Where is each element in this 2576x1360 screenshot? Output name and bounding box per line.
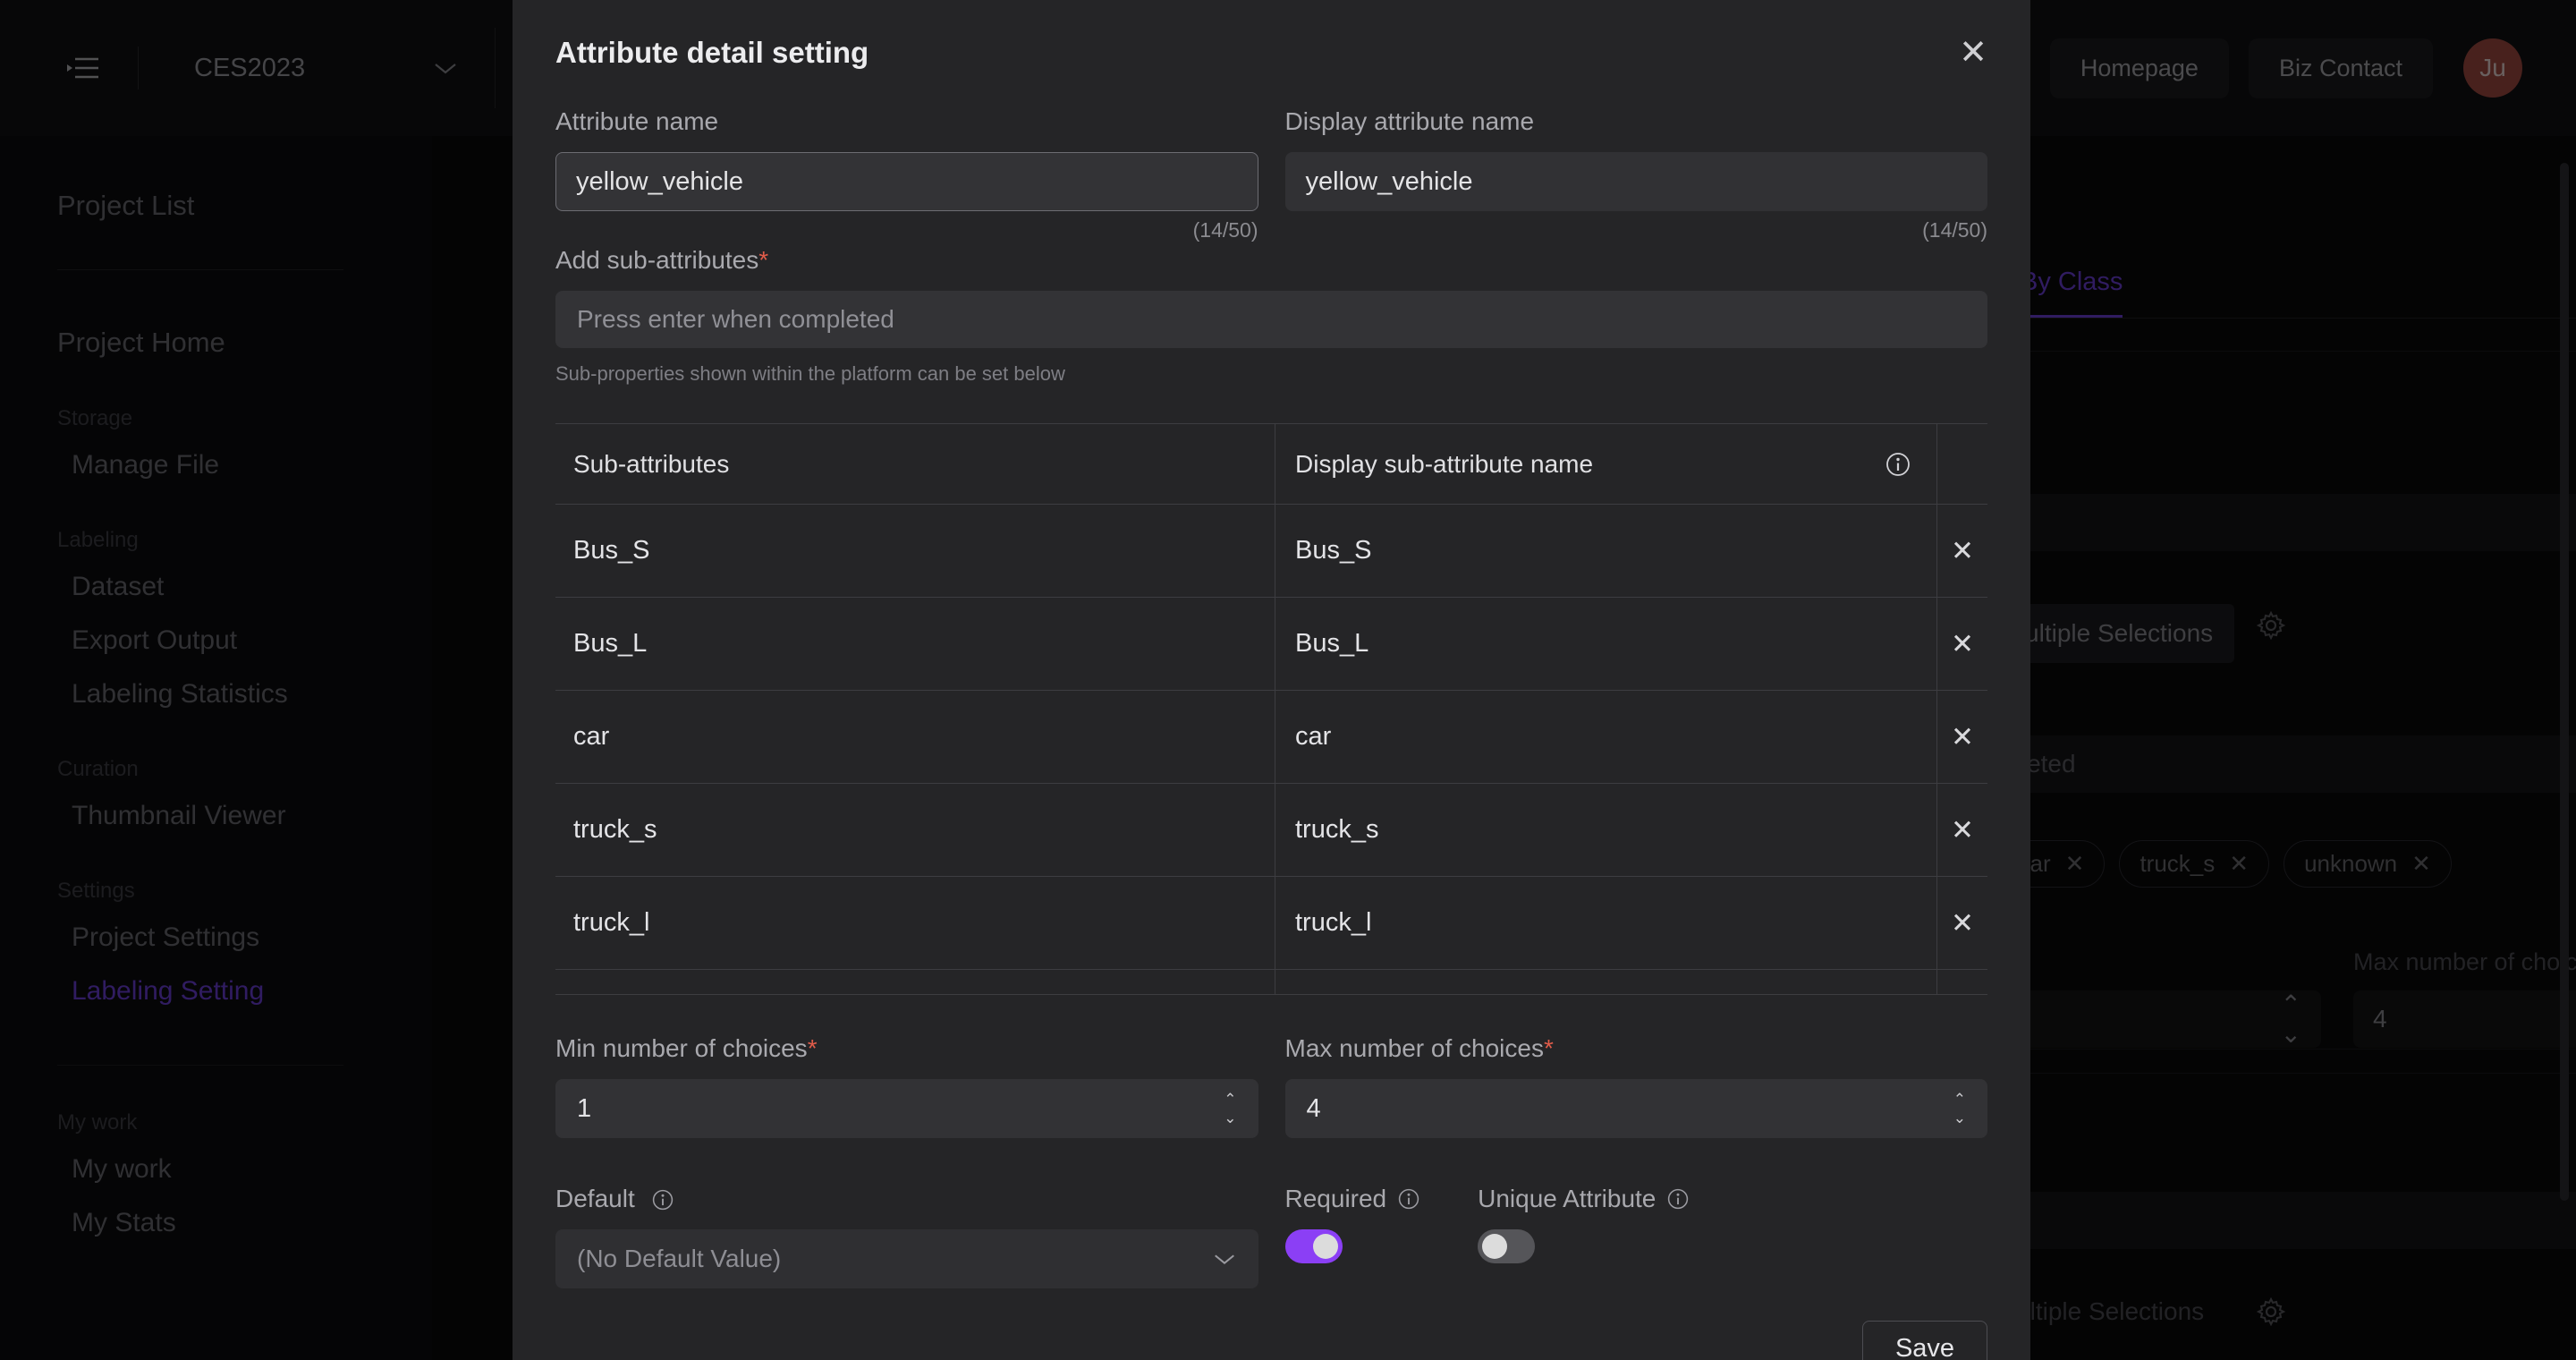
close-icon[interactable]: ✕ xyxy=(1959,36,1987,70)
dialog-save-button[interactable]: Save xyxy=(1862,1321,1987,1360)
default-value-select[interactable]: (No Default Value) xyxy=(555,1229,1258,1288)
add-sub-attributes-label: Add sub-attributes* xyxy=(555,246,769,274)
table-row: Bus_S Bus_S ✕ xyxy=(555,505,1987,598)
max-choices-field: Max number of choices* 4 ⌃ ⌄ xyxy=(1284,1034,1987,1138)
dialog-body: Attribute name yellow_vehicle (14/50) Di… xyxy=(513,107,2030,1288)
stepper-arrows[interactable]: ⌃⌄ xyxy=(1953,1092,1966,1126)
cell-display-name: car xyxy=(1295,722,1332,751)
info-icon[interactable] xyxy=(1666,1187,1690,1211)
info-icon[interactable] xyxy=(1885,451,1911,478)
toggles-group: Required Unique Attribute xyxy=(1284,1185,1988,1263)
info-icon[interactable] xyxy=(1397,1187,1420,1211)
max-choices-label: Max number of choices* xyxy=(1284,1034,1554,1062)
default-field: Default (No Default Value) xyxy=(555,1185,1258,1288)
info-icon[interactable] xyxy=(651,1188,674,1211)
cell-sub-attribute: truck_s xyxy=(573,815,657,844)
display-attribute-name-field: Display attribute name yellow_vehicle (1… xyxy=(1284,107,1987,242)
table-row: truck_l truck_l ✕ xyxy=(555,877,1987,970)
max-choices-stepper[interactable]: 4 ⌃ ⌄ xyxy=(1284,1079,1987,1138)
table-row: truck_s truck_s ✕ xyxy=(555,784,1987,877)
attribute-name-field: Attribute name yellow_vehicle (14/50) xyxy=(555,107,1258,242)
remove-row-button[interactable]: ✕ xyxy=(1951,537,1974,565)
dialog-title: Attribute detail setting xyxy=(555,36,869,69)
attribute-name-count: (14/50) xyxy=(1192,218,1258,242)
chevron-down-icon xyxy=(1212,1251,1237,1267)
remove-row-button[interactable]: ✕ xyxy=(1951,909,1974,937)
unique-attribute-toggle-label: Unique Attribute xyxy=(1478,1185,1690,1213)
min-choices-label: Min number of choices* xyxy=(555,1034,818,1062)
table-header-row: Sub-attributes Display sub-attribute nam… xyxy=(555,424,1987,505)
attribute-name-label: Attribute name xyxy=(555,107,719,135)
display-attribute-name-input[interactable]: yellow_vehicle xyxy=(1284,152,1987,211)
cell-display-name: truck_l xyxy=(1295,908,1372,937)
cell-sub-attribute: car xyxy=(573,722,610,751)
display-attribute-name-label: Display attribute name xyxy=(1284,107,1535,135)
cell-display-name: Bus_S xyxy=(1295,536,1372,565)
column-header-display-sub-attribute-name: Display sub-attribute name xyxy=(1295,449,1594,478)
default-value-text: (No Default Value) xyxy=(577,1245,782,1272)
default-label: Default xyxy=(555,1185,1258,1213)
cell-sub-attribute: truck_l xyxy=(573,908,650,937)
remove-row-button[interactable]: ✕ xyxy=(1951,723,1974,751)
cell-display-name: Bus_L xyxy=(1295,629,1369,658)
unique-attribute-toggle[interactable] xyxy=(1478,1229,1536,1263)
choices-row: Min number of choices* 1 ⌃ ⌄ Max number o… xyxy=(555,1034,1987,1138)
toggles-col: Required Unique Attribute xyxy=(1284,1185,1988,1263)
table-row: Bus_L Bus_L ✕ xyxy=(555,598,1987,691)
min-choices-stepper[interactable]: 1 ⌃ ⌄ xyxy=(555,1079,1258,1138)
dialog-header: Attribute detail setting ✕ xyxy=(513,0,2030,70)
cell-sub-attribute: Bus_S xyxy=(573,536,650,565)
attribute-detail-dialog: Attribute detail setting ✕ Attribute nam… xyxy=(513,0,2030,1360)
column-header-sub-attributes: Sub-attributes xyxy=(573,449,730,478)
min-choices-field: Min number of choices* 1 ⌃ ⌄ xyxy=(555,1034,1258,1138)
table-row: car car ✕ xyxy=(555,691,1987,784)
app-root: CES2023 [S Homepage Biz Contact Ju Proje… xyxy=(0,0,2576,1360)
name-fields-row: Attribute name yellow_vehicle (14/50) Di… xyxy=(555,107,1987,242)
default-and-toggles-row: Default (No Default Value) Required Uniq… xyxy=(555,1185,1987,1288)
unique-attribute-toggle-field: Unique Attribute xyxy=(1478,1185,1690,1263)
required-toggle-label: Required xyxy=(1285,1185,1421,1213)
table-row-partial xyxy=(555,970,1987,995)
min-choices-value: 1 xyxy=(577,1093,592,1123)
remove-row-button[interactable]: ✕ xyxy=(1951,816,1974,844)
sub-attributes-table: Sub-attributes Display sub-attribute nam… xyxy=(555,423,1987,995)
required-toggle[interactable] xyxy=(1284,1229,1343,1263)
display-attribute-name-count: (14/50) xyxy=(1922,218,1987,242)
dialog-footer: Save xyxy=(513,1288,2030,1360)
add-sub-attributes-hint: Sub-properties shown within the platform… xyxy=(555,362,1065,385)
remove-row-button[interactable]: ✕ xyxy=(1951,630,1974,658)
attribute-name-input[interactable]: yellow_vehicle xyxy=(555,152,1258,211)
stepper-arrows[interactable]: ⌃⌄ xyxy=(1224,1092,1236,1126)
required-toggle-field: Required xyxy=(1284,1185,1421,1263)
cell-sub-attribute: Bus_L xyxy=(573,629,648,658)
add-sub-attributes-input[interactable]: Press enter when completed xyxy=(555,291,1987,348)
max-choices-value: 4 xyxy=(1306,1093,1321,1123)
cell-display-name: truck_s xyxy=(1295,815,1379,844)
